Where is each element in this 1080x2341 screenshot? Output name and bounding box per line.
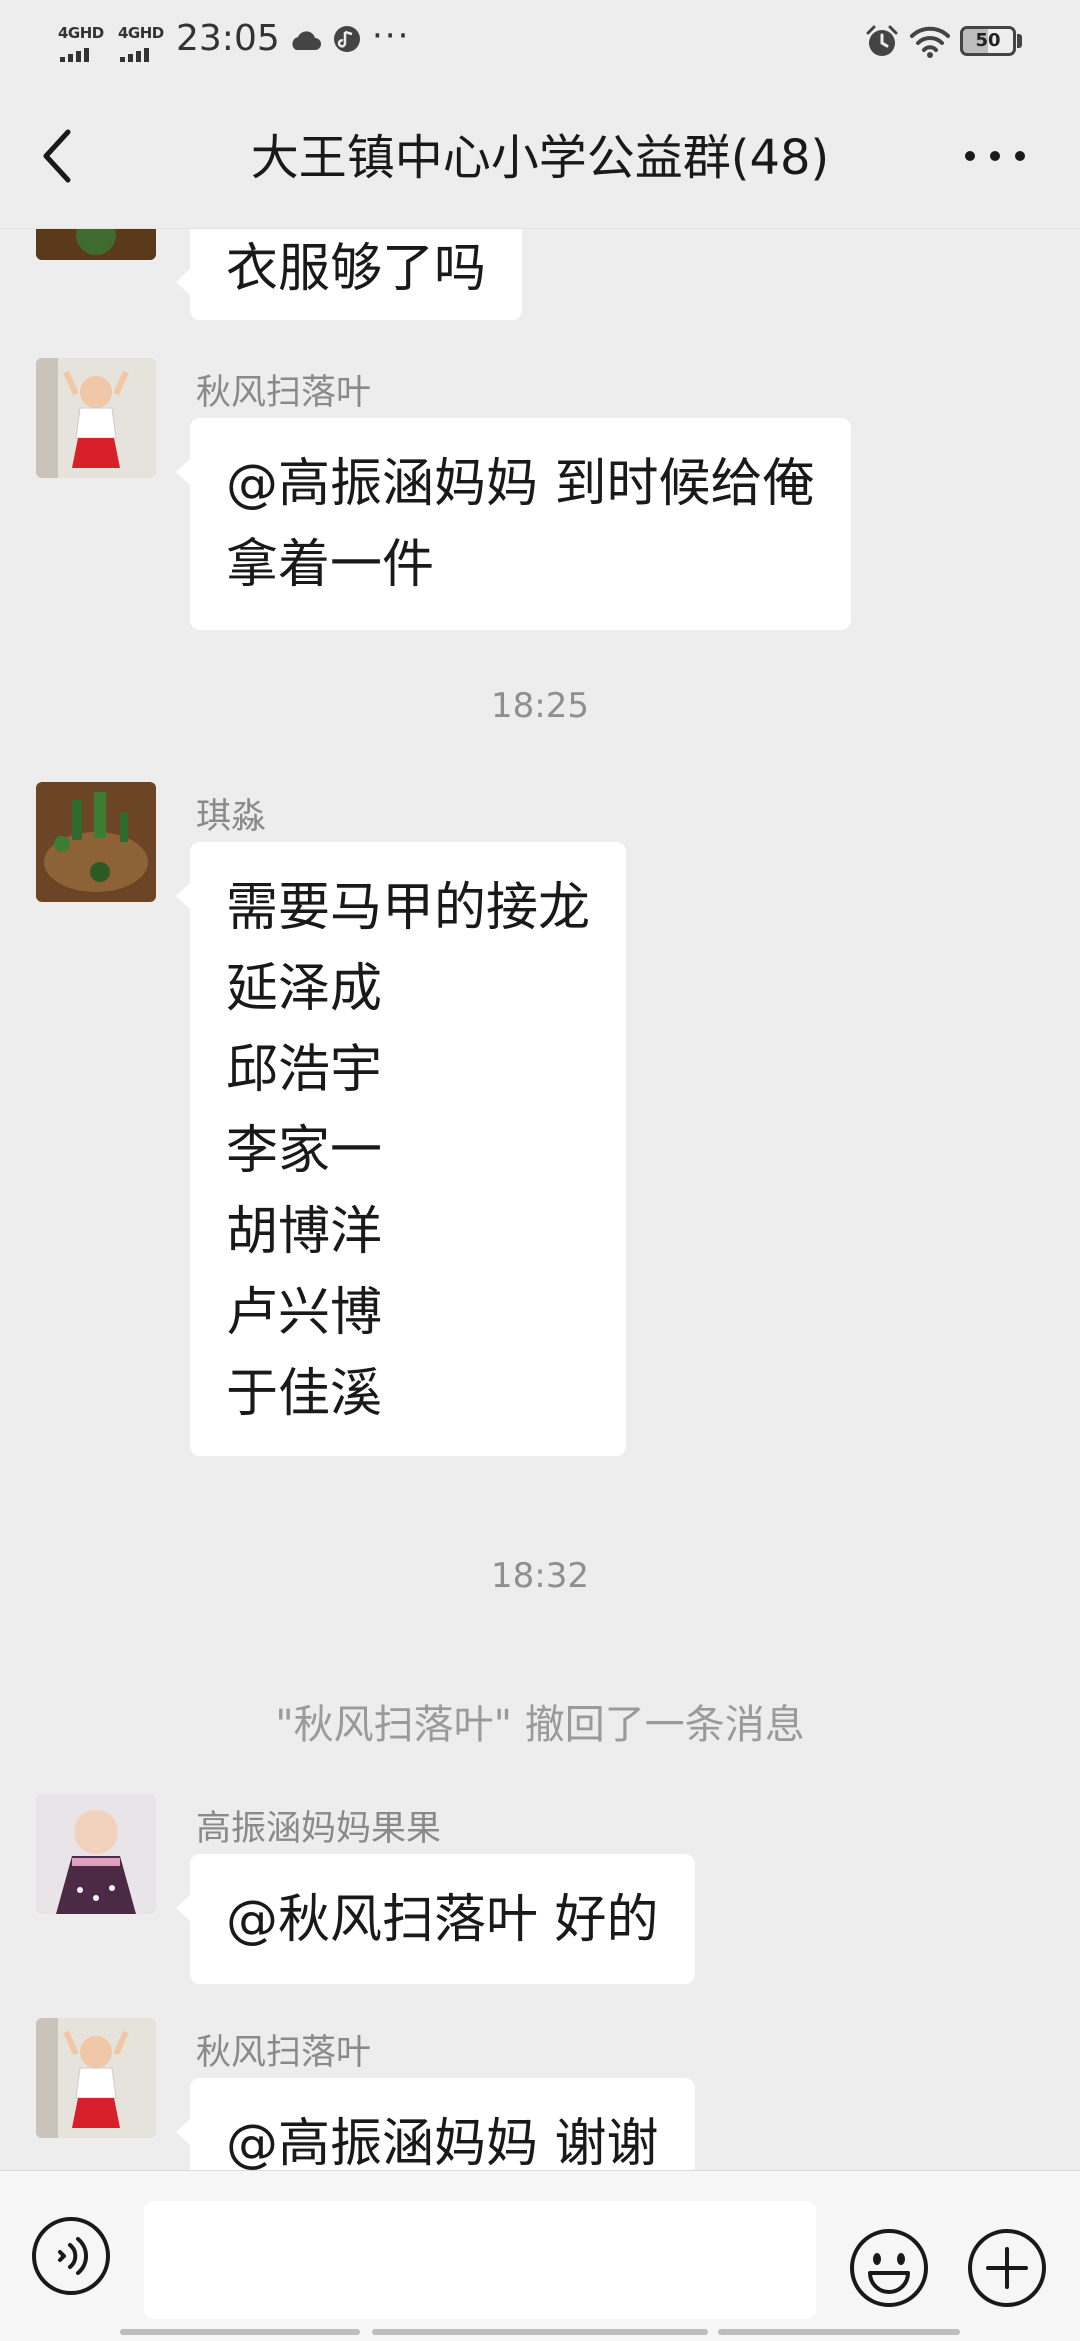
message-text: @高振涵妈妈 谢谢 <box>226 2114 659 2170</box>
message-text: 李家一 <box>226 1121 383 1181</box>
message-text: 邱浩宇 <box>226 1040 383 1100</box>
network-signal-icon: 4GHD <box>118 24 166 64</box>
network-type-label: 4GHD <box>58 24 104 42</box>
message-text: 拿着一件 <box>226 535 435 595</box>
message-bubble[interactable]: @秋风扫落叶 好的 <box>176 1854 695 1984</box>
battery-icon: 50 <box>960 26 1016 56</box>
avatar[interactable] <box>36 2018 156 2138</box>
chevron-left-icon[interactable] <box>34 124 84 188</box>
voice-icon[interactable] <box>30 2215 112 2297</box>
message-text: 需要马甲的接龙 <box>226 878 591 938</box>
message-text: 卢兴博 <box>226 1283 383 1343</box>
network-type-label: 4GHD <box>118 24 164 42</box>
nav-gesture-bar <box>120 2329 360 2335</box>
avatar[interactable] <box>36 358 156 478</box>
battery-tip <box>1017 34 1022 48</box>
message-bubble[interactable]: 需要马甲的接龙 延泽成 邱浩宇 李家一 胡博洋 卢兴博 于佳溪 <box>175 842 627 1456</box>
nav-gesture-bar <box>372 2329 708 2335</box>
status-more-indicator: ··· <box>372 16 411 56</box>
avatar[interactable] <box>36 228 156 260</box>
avatar[interactable] <box>36 1794 156 1914</box>
sender-name: 秋风扫落叶 <box>196 2033 372 2073</box>
message-text: 衣服够了吗 <box>226 239 487 299</box>
sender-name: 琪淼 <box>196 797 267 837</box>
timestamp: 18:25 <box>491 686 589 726</box>
message-text: @高振涵妈妈 到时候给俺 <box>226 454 815 514</box>
message-list[interactable]: 衣服够了吗 秋风扫落叶 @高振涵妈妈 到时候给俺 拿着一件 18:25 琪淼 需… <box>0 228 1080 2170</box>
input-bar <box>0 2170 1080 2341</box>
battery-level: 50 <box>975 30 1001 51</box>
nav-gesture-bar <box>718 2329 960 2335</box>
message-input[interactable] <box>144 2201 816 2319</box>
sender-name: 高振涵妈妈果果 <box>196 1809 442 1849</box>
alarm-icon <box>866 25 898 56</box>
message-bubble[interactable]: @高振涵妈妈 谢谢 <box>176 2078 695 2170</box>
sender-name: 秋风扫落叶 <box>196 373 372 413</box>
timestamp: 18:32 <box>491 1556 589 1596</box>
cloud-icon <box>292 31 321 50</box>
message-text: 胡博洋 <box>226 1202 383 1262</box>
emoji-icon[interactable] <box>848 2227 930 2309</box>
avatar[interactable] <box>36 782 156 902</box>
network-signal-icon: 4GHD <box>58 24 106 64</box>
recall-notice: "秋风扫落叶" 撤回了一条消息 <box>275 1702 805 1748</box>
message-bubble[interactable]: 衣服够了吗 <box>175 228 523 320</box>
wifi-icon <box>910 26 950 58</box>
status-time: 23:05 <box>176 18 280 59</box>
message-text: 延泽成 <box>226 959 383 1019</box>
chat-title: 大王镇中心小学公益群(48) <box>250 130 830 186</box>
message-text: 于佳溪 <box>226 1364 383 1424</box>
message-text: @秋风扫落叶 好的 <box>226 1890 659 1950</box>
chat-header: 大王镇中心小学公益群(48) <box>0 86 1080 229</box>
more-horizontal-icon[interactable] <box>960 136 1030 176</box>
message-bubble[interactable]: @高振涵妈妈 到时候给俺 拿着一件 <box>176 418 851 630</box>
music-icon <box>334 26 360 52</box>
plus-circle-icon[interactable] <box>966 2227 1048 2309</box>
status-bar: 4GHD 4GHD 23:05 ··· 50 <box>0 0 1080 86</box>
